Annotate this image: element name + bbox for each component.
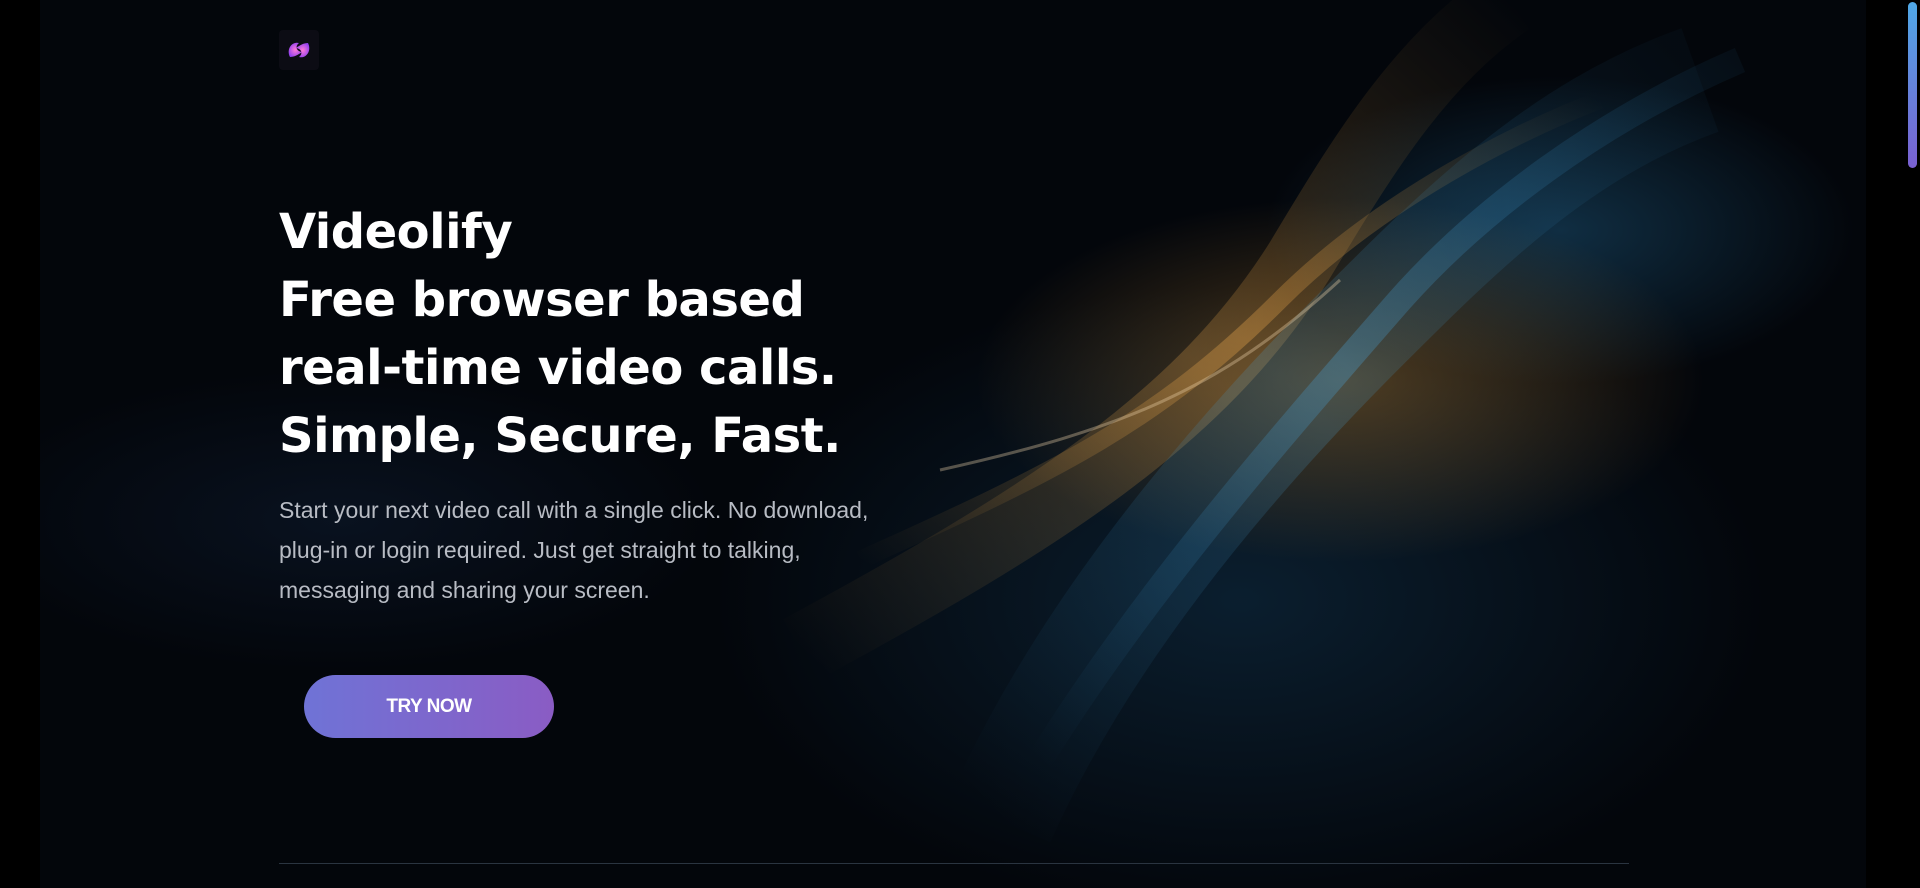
- hero-description: Start your next video call with a single…: [279, 497, 869, 603]
- hero-title-line: Simple, Secure, Fast.: [279, 408, 841, 464]
- hero-title: Videolify Free browser based real-time v…: [279, 198, 841, 470]
- hero-title-line: Free browser based: [279, 272, 805, 328]
- scrollbar-thumb[interactable]: [1908, 2, 1917, 168]
- section-divider: [279, 863, 1629, 864]
- videolify-logo-icon[interactable]: [279, 30, 319, 70]
- landing-page: Videolify Free browser based real-time v…: [0, 0, 1920, 888]
- hero-title-line: real-time video calls.: [279, 340, 837, 396]
- hero-title-line: Videolify: [279, 204, 513, 260]
- try-now-button[interactable]: TRY NOW: [304, 675, 554, 738]
- logo-mark-icon: [288, 42, 310, 58]
- page-scrollbar[interactable]: [1904, 0, 1920, 888]
